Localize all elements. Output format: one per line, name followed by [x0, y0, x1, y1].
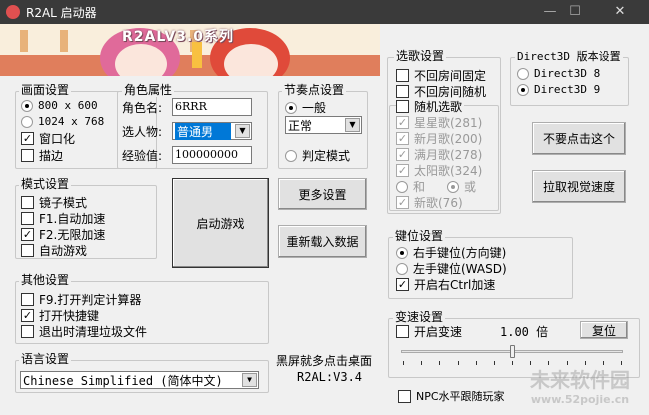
sun-song-checkbox[interactable]: ✓ 太阳歌(324) — [396, 162, 482, 179]
auto-play-checkbox[interactable]: 自动游戏 — [21, 242, 87, 259]
reset-button[interactable]: 复位 — [580, 321, 628, 339]
slider-tick — [584, 361, 586, 365]
newmoon-song-checkbox[interactable]: ✓ 新月歌(200) — [396, 130, 482, 147]
exp-label: 经验值: — [122, 149, 163, 163]
d3d-title: Direct3D 版本设置 — [515, 50, 623, 64]
res-1024-radio[interactable]: 1024 x 768 — [21, 115, 104, 128]
character-select[interactable]: 普通男 ▼ — [172, 122, 252, 140]
d3d-group — [510, 57, 629, 106]
other-title: 其他设置 — [19, 273, 72, 287]
language-title: 语言设置 — [19, 352, 72, 366]
language-select[interactable]: Chinese Simplified (简体中文) ▼ — [20, 371, 259, 389]
no-return-fixed-checkbox[interactable]: 不回房间固定 — [396, 67, 486, 84]
normal-radio[interactable]: 一般 — [285, 99, 326, 116]
watermark: 未来软件园 www.52pojie.cn — [530, 368, 630, 406]
chevron-down-icon: ▼ — [345, 118, 360, 132]
pick-label: 选人物: — [122, 125, 163, 139]
maximize-button[interactable]: ☐ — [555, 0, 595, 24]
window-title: R2AL 启动器 — [26, 6, 97, 20]
app-icon — [6, 5, 20, 19]
close-button[interactable]: ✕ — [600, 0, 640, 24]
speed-slider-thumb[interactable] — [510, 345, 515, 358]
rhythm-speed-select[interactable]: 正常 ▼ — [285, 116, 362, 134]
new-song-checkbox[interactable]: ✓ 新歌(76) — [396, 194, 463, 211]
slider-tick — [530, 361, 532, 365]
slider-tick — [548, 361, 550, 365]
random-song-checkbox[interactable]: 随机选歌 — [396, 98, 465, 115]
fullmoon-song-checkbox[interactable]: ✓ 满月歌(278) — [396, 146, 482, 163]
slider-tick — [493, 361, 495, 365]
more-settings-button[interactable]: 更多设置 — [278, 178, 367, 210]
hotkey-checkbox[interactable]: ✓ 打开快捷键 — [21, 307, 99, 324]
speed-value: 1.00 倍 — [500, 325, 549, 339]
banner-logo: R2ALV3.0系列 — [122, 29, 234, 45]
display-settings-title: 画面设置 — [19, 83, 72, 97]
enable-speed-checkbox[interactable]: 开启变速 — [396, 323, 462, 340]
title-bar: R2AL 启动器 — ☐ ✕ — [0, 0, 649, 24]
right-ctrl-accel-checkbox[interactable]: ✓ 开启右Ctrl加速 — [396, 276, 495, 293]
keys-title: 键位设置 — [393, 229, 446, 243]
chevron-down-icon: ▼ — [235, 124, 250, 138]
d3d8-radio[interactable]: Direct3D 8 — [517, 67, 600, 80]
slider-tick — [403, 361, 404, 365]
d3d9-radio[interactable]: Direct3D 9 — [517, 83, 600, 96]
f1-auto-accel-checkbox[interactable]: F1.自动加速 — [21, 210, 105, 227]
dont-click-button[interactable]: 不要点击这个 — [532, 122, 626, 155]
version-label: R2AL:V3.4 — [297, 370, 363, 384]
slider-tick — [512, 361, 513, 365]
mirror-mode-checkbox[interactable]: 镜子模式 — [21, 194, 87, 211]
npc-follow-checkbox[interactable]: NPC水平跟随玩家 — [398, 388, 505, 404]
windowed-checkbox[interactable]: ✓ 窗口化 — [21, 130, 75, 147]
right-hand-keys-radio[interactable]: 右手键位(方向键) — [396, 244, 506, 261]
slider-tick — [475, 361, 477, 365]
slider-tick — [621, 361, 622, 365]
outline-checkbox[interactable]: 描边 — [21, 147, 63, 164]
mode-title: 模式设置 — [19, 177, 72, 191]
slider-tick — [439, 361, 441, 365]
rhythm-title: 节奏点设置 — [282, 83, 347, 97]
star-song-checkbox[interactable]: ✓ 星星歌(281) — [396, 114, 482, 131]
cleanup-checkbox[interactable]: 退出时清理垃圾文件 — [21, 323, 147, 340]
chevron-down-icon: ▼ — [242, 373, 257, 387]
black-screen-tip: 黑屏就多点击桌面 — [276, 354, 373, 368]
name-input[interactable]: 6RRR — [172, 98, 252, 116]
f9-judge-calc-checkbox[interactable]: F9.打开判定计算器 — [21, 291, 141, 308]
or-radio[interactable]: 或 — [447, 178, 476, 195]
slider-tick — [602, 361, 604, 365]
reload-data-button[interactable]: 重新载入数据 — [278, 225, 367, 258]
and-radio[interactable]: 和 — [396, 178, 425, 195]
slider-tick — [457, 361, 459, 365]
judge-mode-radio[interactable]: 判定模式 — [285, 147, 350, 164]
f2-infinite-accel-checkbox[interactable]: ✓ F2.无限加速 — [21, 226, 105, 243]
speed-title: 变速设置 — [393, 310, 446, 324]
slider-tick — [566, 361, 568, 365]
left-hand-keys-radio[interactable]: 左手键位(WASD) — [396, 260, 507, 277]
pull-visual-speed-button[interactable]: 拉取视觉速度 — [532, 170, 626, 203]
slider-tick — [421, 361, 423, 365]
exp-input[interactable]: 100000000 — [172, 146, 252, 164]
start-game-button[interactable]: 启动游戏 — [172, 178, 269, 268]
name-label: 角色名: — [122, 101, 163, 115]
song-select-title: 选歌设置 — [394, 49, 447, 63]
character-title: 角色属性 — [122, 83, 175, 97]
res-800-radio[interactable]: 800 x 600 — [21, 99, 98, 112]
